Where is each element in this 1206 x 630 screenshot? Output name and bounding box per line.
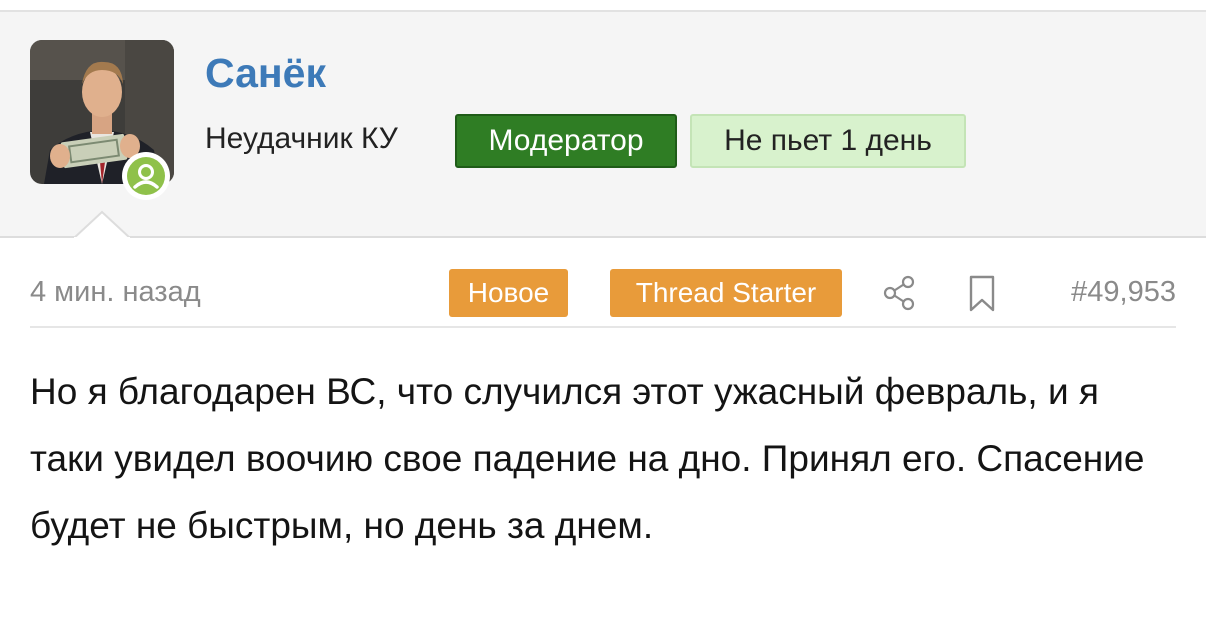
top-divider xyxy=(0,0,1206,12)
meta-divider xyxy=(30,326,1176,328)
user-title: Неудачник КУ xyxy=(205,122,398,155)
share-button[interactable] xyxy=(882,274,918,312)
user-online-icon xyxy=(133,164,159,189)
post-timestamp[interactable]: 4 мин. назад xyxy=(30,276,201,309)
username-link[interactable]: Санёк xyxy=(205,50,326,97)
post-number-link[interactable]: #49,953 xyxy=(1071,276,1176,309)
new-post-tag: Новое xyxy=(449,269,568,317)
bookmark-button[interactable] xyxy=(964,274,1000,314)
thread-starter-tag: Thread Starter xyxy=(610,269,842,317)
online-status-badge xyxy=(122,152,170,200)
moderator-badge: Модератор xyxy=(455,114,677,168)
bookmark-icon xyxy=(969,275,995,312)
user-info-block: Санёк Неудачник КУ Модератор Не пьет 1 д… xyxy=(0,12,1206,238)
post-pointer-arrow xyxy=(74,210,130,240)
share-icon xyxy=(883,275,915,311)
post-body-text: Но я благодарен ВС, что случился этот уж… xyxy=(30,371,1145,546)
sobriety-badge: Не пьет 1 день xyxy=(690,114,966,168)
